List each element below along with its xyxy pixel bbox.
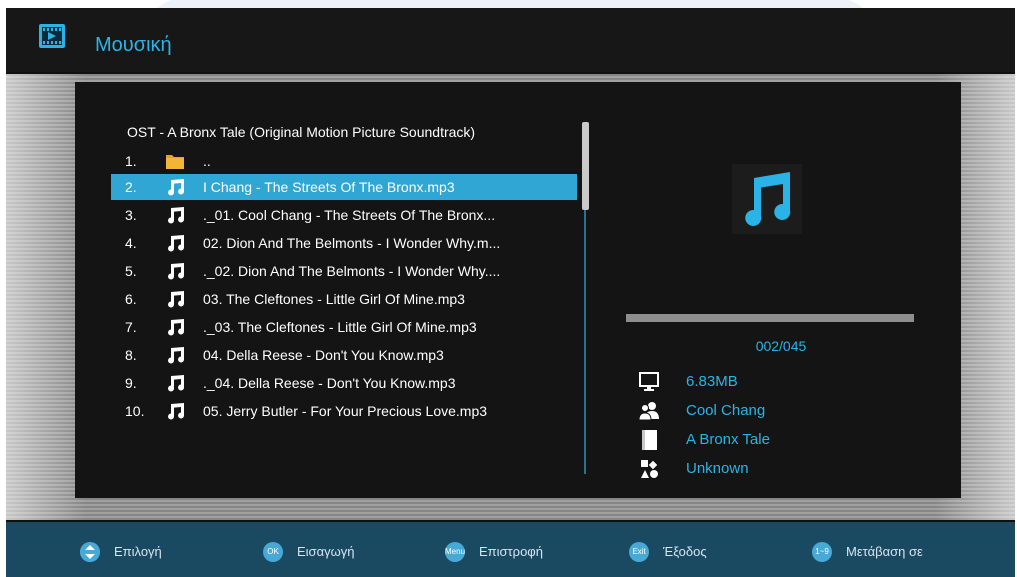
exit-key-badge: Exit (629, 542, 649, 562)
book-icon (642, 430, 657, 450)
help-label: Επιλογή (114, 544, 162, 559)
file-list-item[interactable]: 5. ._02. Dion And The Belmonts - I Wonde… (111, 258, 577, 284)
music-note-icon (168, 403, 185, 420)
track-counter: 002/045 (755, 338, 807, 354)
music-note-icon (168, 207, 185, 224)
item-name: 05. Jerry Butler - For Your Precious Lov… (203, 403, 488, 419)
item-number: 6. (125, 291, 137, 307)
file-list-item[interactable]: 1. .. (111, 148, 577, 174)
item-number: 9. (125, 375, 137, 391)
music-note-icon (168, 375, 185, 392)
info-genre: Unknown (638, 455, 938, 483)
info-album: A Bronx Tale (638, 426, 938, 454)
menu-key-badge: Menu (445, 542, 465, 562)
header-bar: Μουσική (6, 8, 1015, 72)
film-play-icon (39, 24, 65, 48)
item-number: 2. (125, 179, 137, 195)
music-note-icon (732, 164, 802, 234)
item-number: 10. (125, 403, 145, 419)
info-artist: Cool Chang (638, 397, 938, 425)
file-list-item[interactable]: 4. 02. Dion And The Belmonts - I Wonder … (111, 230, 577, 256)
item-number: 5. (125, 263, 137, 279)
info-size: 6.83MB (638, 368, 938, 396)
file-size: 6.83MB (686, 373, 738, 390)
item-name: ._01. Cool Chang - The Streets Of The Br… (203, 207, 496, 223)
help-label: Μετάβαση σε (846, 544, 923, 559)
music-note-icon (168, 347, 185, 364)
item-number: 7. (125, 319, 137, 335)
item-name: .. (203, 153, 211, 169)
file-list-item[interactable]: 7. ._03. The Cleftones - Little Girl Of … (111, 314, 577, 340)
item-name: ._03. The Cleftones - Little Girl Of Min… (203, 319, 477, 335)
music-note-icon (168, 179, 185, 196)
item-name: 02. Dion And The Belmonts - I Wonder Why… (203, 235, 501, 251)
help-label: Εισαγωγή (297, 544, 355, 559)
people-icon (638, 402, 659, 421)
item-number: 1. (125, 153, 137, 169)
file-list-item[interactable]: 9. ._04. Della Reese - Don't You Know.mp… (111, 370, 577, 396)
artist-name: Cool Chang (686, 402, 766, 419)
browser-panel: OST - A Bronx Tale (Original Motion Pict… (75, 82, 961, 498)
folder-path: OST - A Bronx Tale (Original Motion Pict… (127, 124, 476, 140)
music-note-icon (168, 319, 185, 336)
playback-progress-fill (626, 314, 914, 322)
file-list-item-selected[interactable]: 2. I Chang - The Streets Of The Bronx.mp… (111, 174, 577, 200)
item-name: ._04. Della Reese - Don't You Know.mp3 (203, 375, 456, 391)
item-number: 3. (125, 207, 137, 223)
playback-progress-bar (626, 314, 914, 322)
music-note-icon (168, 291, 185, 308)
monitor-icon (639, 372, 659, 391)
help-label: Επιστροφή (479, 544, 543, 559)
file-list-item[interactable]: 6. 03. The Cleftones - Little Girl Of Mi… (111, 286, 577, 312)
item-number: 4. (125, 235, 137, 251)
file-list-item[interactable]: 8. 04. Della Reese - Don't You Know.mp3 (111, 342, 577, 368)
item-name: ._02. Dion And The Belmonts - I Wonder W… (203, 263, 501, 279)
album-name: A Bronx Tale (686, 431, 770, 448)
ok-key-badge: OK (263, 542, 283, 562)
up-down-arrows-icon (80, 542, 100, 562)
page-title: Μουσική (95, 34, 172, 56)
file-list-item[interactable]: 3. ._01. Cool Chang - The Streets Of The… (111, 202, 577, 228)
music-note-icon (168, 263, 185, 280)
folder-icon (166, 155, 184, 169)
media-player-screen: Μουσική OST - A Bronx Tale (Original Mot… (6, 8, 1015, 577)
item-number: 8. (125, 347, 137, 363)
item-name: I Chang - The Streets Of The Bronx.mp3 (203, 179, 455, 195)
footer-help-bar: Επιλογή OK Εισαγωγή Menu Επιστροφή Exit … (6, 522, 1015, 577)
help-label: Έξοδος (663, 544, 707, 559)
file-list-item[interactable]: 10. 05. Jerry Butler - For Your Precious… (111, 398, 577, 424)
shapes-icon (641, 460, 658, 478)
genre-name: Unknown (686, 460, 749, 477)
number-key-badge: 1~9 (812, 542, 832, 562)
item-name: 03. The Cleftones - Little Girl Of Mine.… (203, 291, 465, 307)
music-note-icon (168, 235, 185, 252)
item-name: 04. Della Reese - Don't You Know.mp3 (203, 347, 444, 363)
scrollbar-thumb[interactable] (582, 122, 589, 210)
